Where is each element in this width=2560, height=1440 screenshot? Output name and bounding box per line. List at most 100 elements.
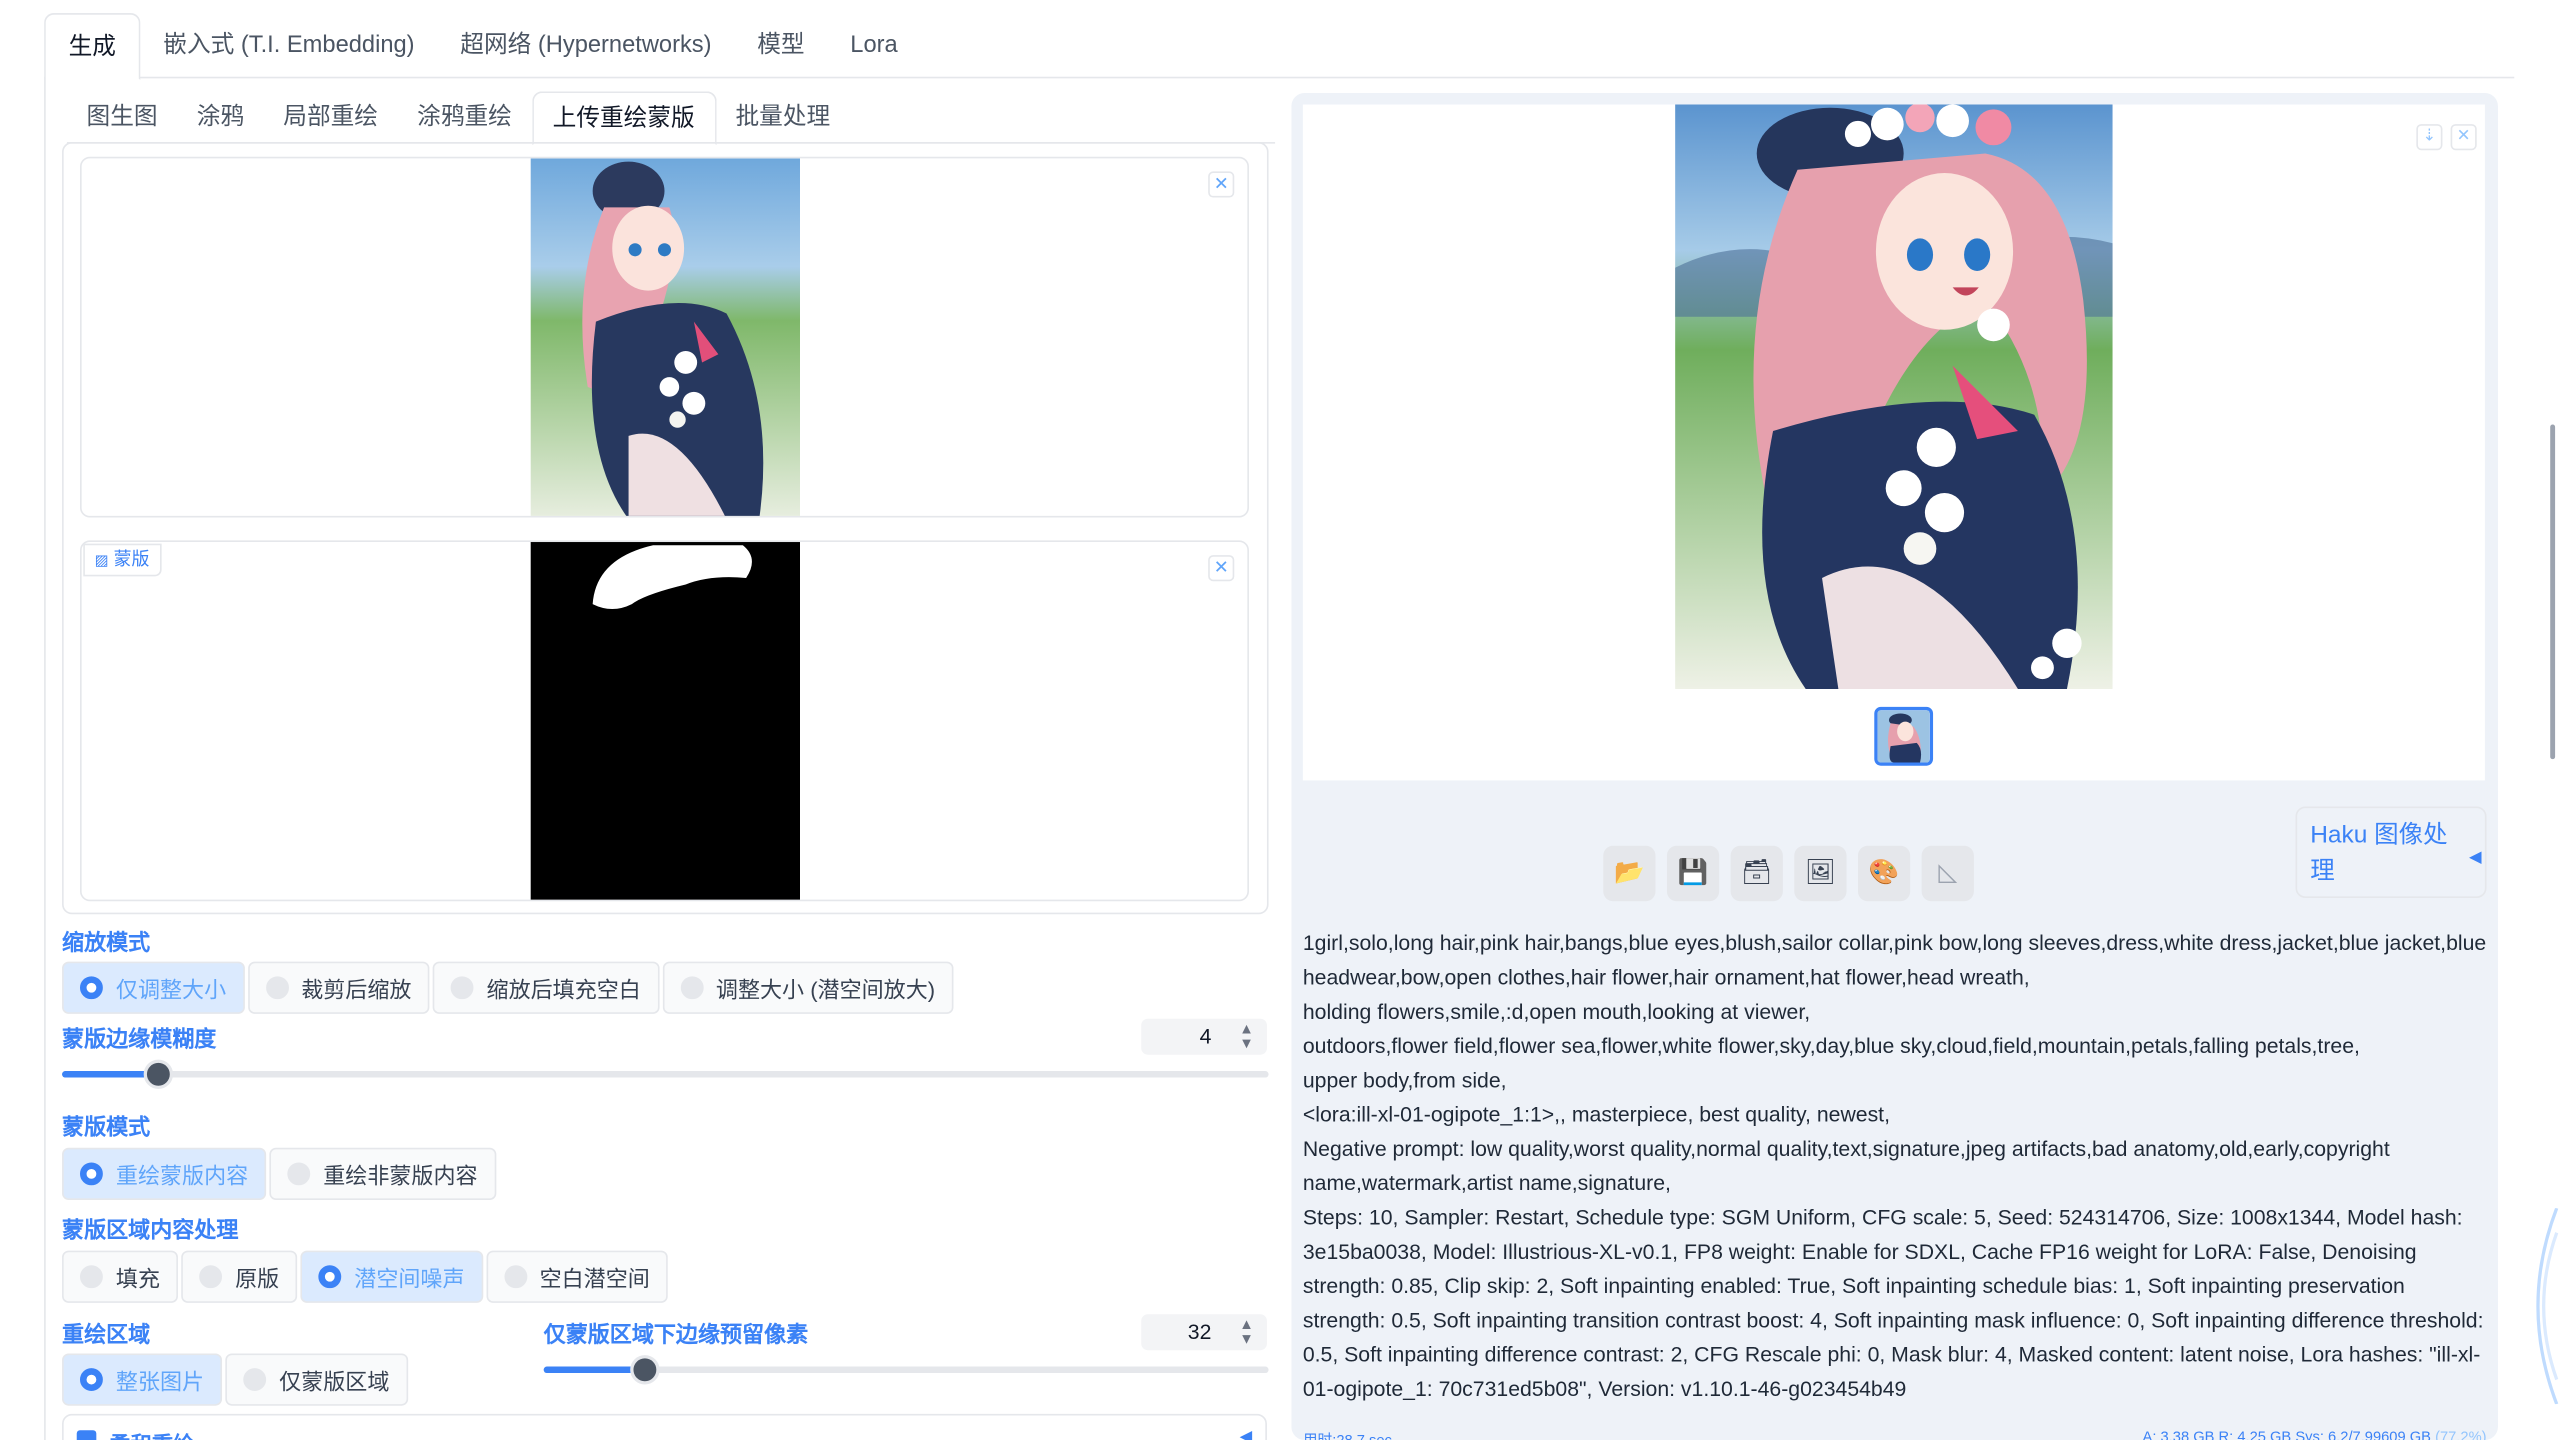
radio-dot [79,1162,103,1186]
radio-latent-upscale[interactable]: 调整大小 (潜空间放大) [662,961,954,1014]
radio-original[interactable]: 原版 [181,1250,298,1303]
tab-inpaint[interactable]: 局部重绘 [264,91,398,143]
folder-icon[interactable]: 📂 [1603,845,1656,902]
arrow-left-icon: ◀ [2469,848,2482,867]
mem-percent: (77.2%) [2435,1428,2487,1440]
mask-mode-label: 蒙版模式 [62,1115,151,1140]
app-root: 生成 嵌入式 (T.I. Embedding) 超网络 (Hypernetwor… [0,0,2560,1440]
source-image [530,158,800,516]
output-gallery: ⇣ ✕ [1302,104,2485,781]
mem-system: Sys: 6.2/7.99609 GB [2295,1428,2431,1440]
mask-label: ▨ 蒙版 [83,543,161,577]
save-icon[interactable]: 💾 [1666,845,1720,902]
radio-only-masked[interactable]: 仅蒙版区域 [225,1353,408,1406]
image-icon: ▨ [94,551,109,569]
clear-source-icon[interactable]: ✕ [1208,171,1235,198]
radio-dot [79,976,103,1000]
mask-image [530,542,800,900]
radio-dot [79,1265,103,1289]
mem-reserved: R: 4.25 GB [2218,1428,2292,1440]
mask-blur-label: 蒙版边缘模糊度 [62,1026,217,1052]
mask-blur-input[interactable]: 4 ▲ ▼ [1141,1018,1267,1055]
radio-inpaint-masked[interactable]: 重绘蒙版内容 [62,1147,267,1200]
tab-batch[interactable]: 批量处理 [716,91,850,143]
slider-thumb[interactable] [143,1059,174,1089]
radio-latent-nothing[interactable]: 空白潜空间 [485,1250,668,1303]
resize-mode-group: 仅调整大小 裁剪后缩放 缩放后填充空白 调整大小 (潜空间放大) [62,961,954,1014]
only-masked-padding-slider[interactable] [543,1355,1269,1385]
tab-img2img[interactable]: 图生图 [67,91,177,143]
download-icon[interactable]: ⇣ [2416,124,2443,151]
info-line: holding flowers,smile,:d,open mouth,look… [1302,999,1811,1024]
tab-inpaint-upload[interactable]: 上传重绘蒙版 [531,91,716,146]
radio-inpaint-not-masked[interactable]: 重绘非蒙版内容 [269,1147,496,1200]
radio-dot [679,976,703,1000]
radio-dot [79,1368,103,1392]
soft-inpainting-accordion[interactable]: 柔和重绘 ◀ [62,1413,1267,1440]
time-taken: 用时:28.7 sec. [1302,1431,1396,1440]
radio-dot [318,1265,342,1289]
radio-fill[interactable]: 填充 [62,1250,178,1303]
info-line: <lora:ill-xl-01-ogipote_1:1>,, masterpie… [1302,1102,1890,1127]
masked-content-group: 填充 原版 潜空间噪声 空白潜空间 [62,1250,668,1303]
stepper-icon[interactable]: ▲ ▼ [1239,1317,1254,1347]
info-line: 1girl,solo,long hair,pink hair,bangs,blu… [1302,930,2487,990]
mem-active: A: 3.38 GB [2142,1428,2215,1440]
performance-stats: 用时:28.7 sec. A: 3.38 GB R: 4.25 GB Sys: … [1303,1429,2487,1440]
radio-dot [265,976,289,1000]
info-line: Steps: 10, Sampler: Restart, Schedule ty… [1302,1204,2484,1401]
collapse-icon[interactable]: ◀ [1240,1429,1253,1440]
output-panel: ⇣ ✕ 📂 💾 🗃 🖼 🎨 ◺ Haku 图像处理 ◀ 1girl,solo,l… [1291,93,2498,1440]
checkbox-icon[interactable] [76,1430,97,1440]
tab-lora[interactable]: Lora [827,13,920,78]
tab-embedding[interactable]: 嵌入式 (T.I. Embedding) [140,13,437,78]
haku-image-button[interactable]: Haku 图像处理 ◀ [2295,806,2487,898]
radio-dot [503,1265,527,1289]
info-line: Negative prompt: low quality,worst quali… [1302,1136,2390,1196]
inpaint-area-group: 整张图片 仅蒙版区域 [62,1353,408,1406]
inpaint-area-label: 重绘区域 [62,1322,151,1347]
radio-dot [199,1265,223,1289]
tab-model[interactable]: 模型 [734,13,827,78]
generation-info: 1girl,solo,long hair,pink hair,bangs,blu… [1303,926,2492,1406]
resize-mode-label: 缩放模式 [62,930,151,956]
radio-dot [450,976,474,1000]
tab-inpaint-sketch[interactable]: 涂鸦重绘 [398,91,532,143]
decorative-arc [2536,1208,2559,1405]
tab-hypernetworks[interactable]: 超网络 (Hypernetworks) [437,13,734,78]
tab-generate[interactable]: 生成 [44,13,141,80]
only-masked-padding-input[interactable]: 32 ▲ ▼ [1141,1314,1267,1351]
close-icon[interactable]: ✕ [2450,124,2477,151]
radio-just-resize[interactable]: 仅调整大小 [62,961,245,1014]
radio-dot [287,1162,311,1186]
main-tab-bar: 生成 嵌入式 (T.I. Embedding) 超网络 (Hypernetwor… [44,13,2515,80]
gallery-thumbnail[interactable] [1874,706,1934,766]
img2img-mode-tabs: 图生图 涂鸦 局部重绘 涂鸦重绘 上传重绘蒙版 批量处理 [66,91,1276,146]
info-line: upper body,from side, [1302,1067,1507,1093]
radio-whole-picture[interactable]: 整张图片 [62,1353,223,1406]
clear-mask-icon[interactable]: ✕ [1208,555,1235,582]
palette-icon[interactable]: 🎨 [1857,845,1911,902]
source-image-dropzone[interactable]: ✕ [79,156,1249,518]
info-line: outdoors,flower field,flower sea,flower,… [1302,1033,2360,1058]
memory-stats: A: 3.38 GB R: 4.25 GB Sys: 6.2/7.99609 G… [2143,1429,2487,1440]
haku-button-label: Haku 图像处理 [2310,821,2448,885]
triangle-ruler-icon[interactable]: ◺ [1921,845,1974,902]
mask-mode-group: 重绘蒙版内容 重绘非蒙版内容 [62,1147,496,1200]
radio-latent-noise[interactable]: 潜空间噪声 [300,1250,483,1303]
stepper-icon[interactable]: ▲ ▼ [1239,1021,1254,1051]
mask-blur-slider[interactable] [62,1059,1269,1089]
radio-dot [243,1368,267,1392]
accordion-title: 柔和重绘 [109,1427,194,1440]
output-image[interactable] [1675,104,2113,689]
radio-resize-fill[interactable]: 缩放后填充空白 [432,961,659,1014]
zip-icon[interactable]: 🗃 [1730,845,1783,902]
radio-crop-resize[interactable]: 裁剪后缩放 [247,961,430,1014]
tab-sketch[interactable]: 涂鸦 [177,91,264,143]
thumbnail-image [1877,710,1930,763]
page-scrollbar[interactable] [2550,424,2556,760]
only-masked-padding-label: 仅蒙版区域下边缘预留像素 [543,1322,809,1347]
image-icon[interactable]: 🖼 [1794,845,1847,902]
masked-content-label: 蒙版区域内容处理 [62,1217,239,1243]
mask-image-dropzone[interactable]: ▨ 蒙版 ✕ [79,540,1249,902]
